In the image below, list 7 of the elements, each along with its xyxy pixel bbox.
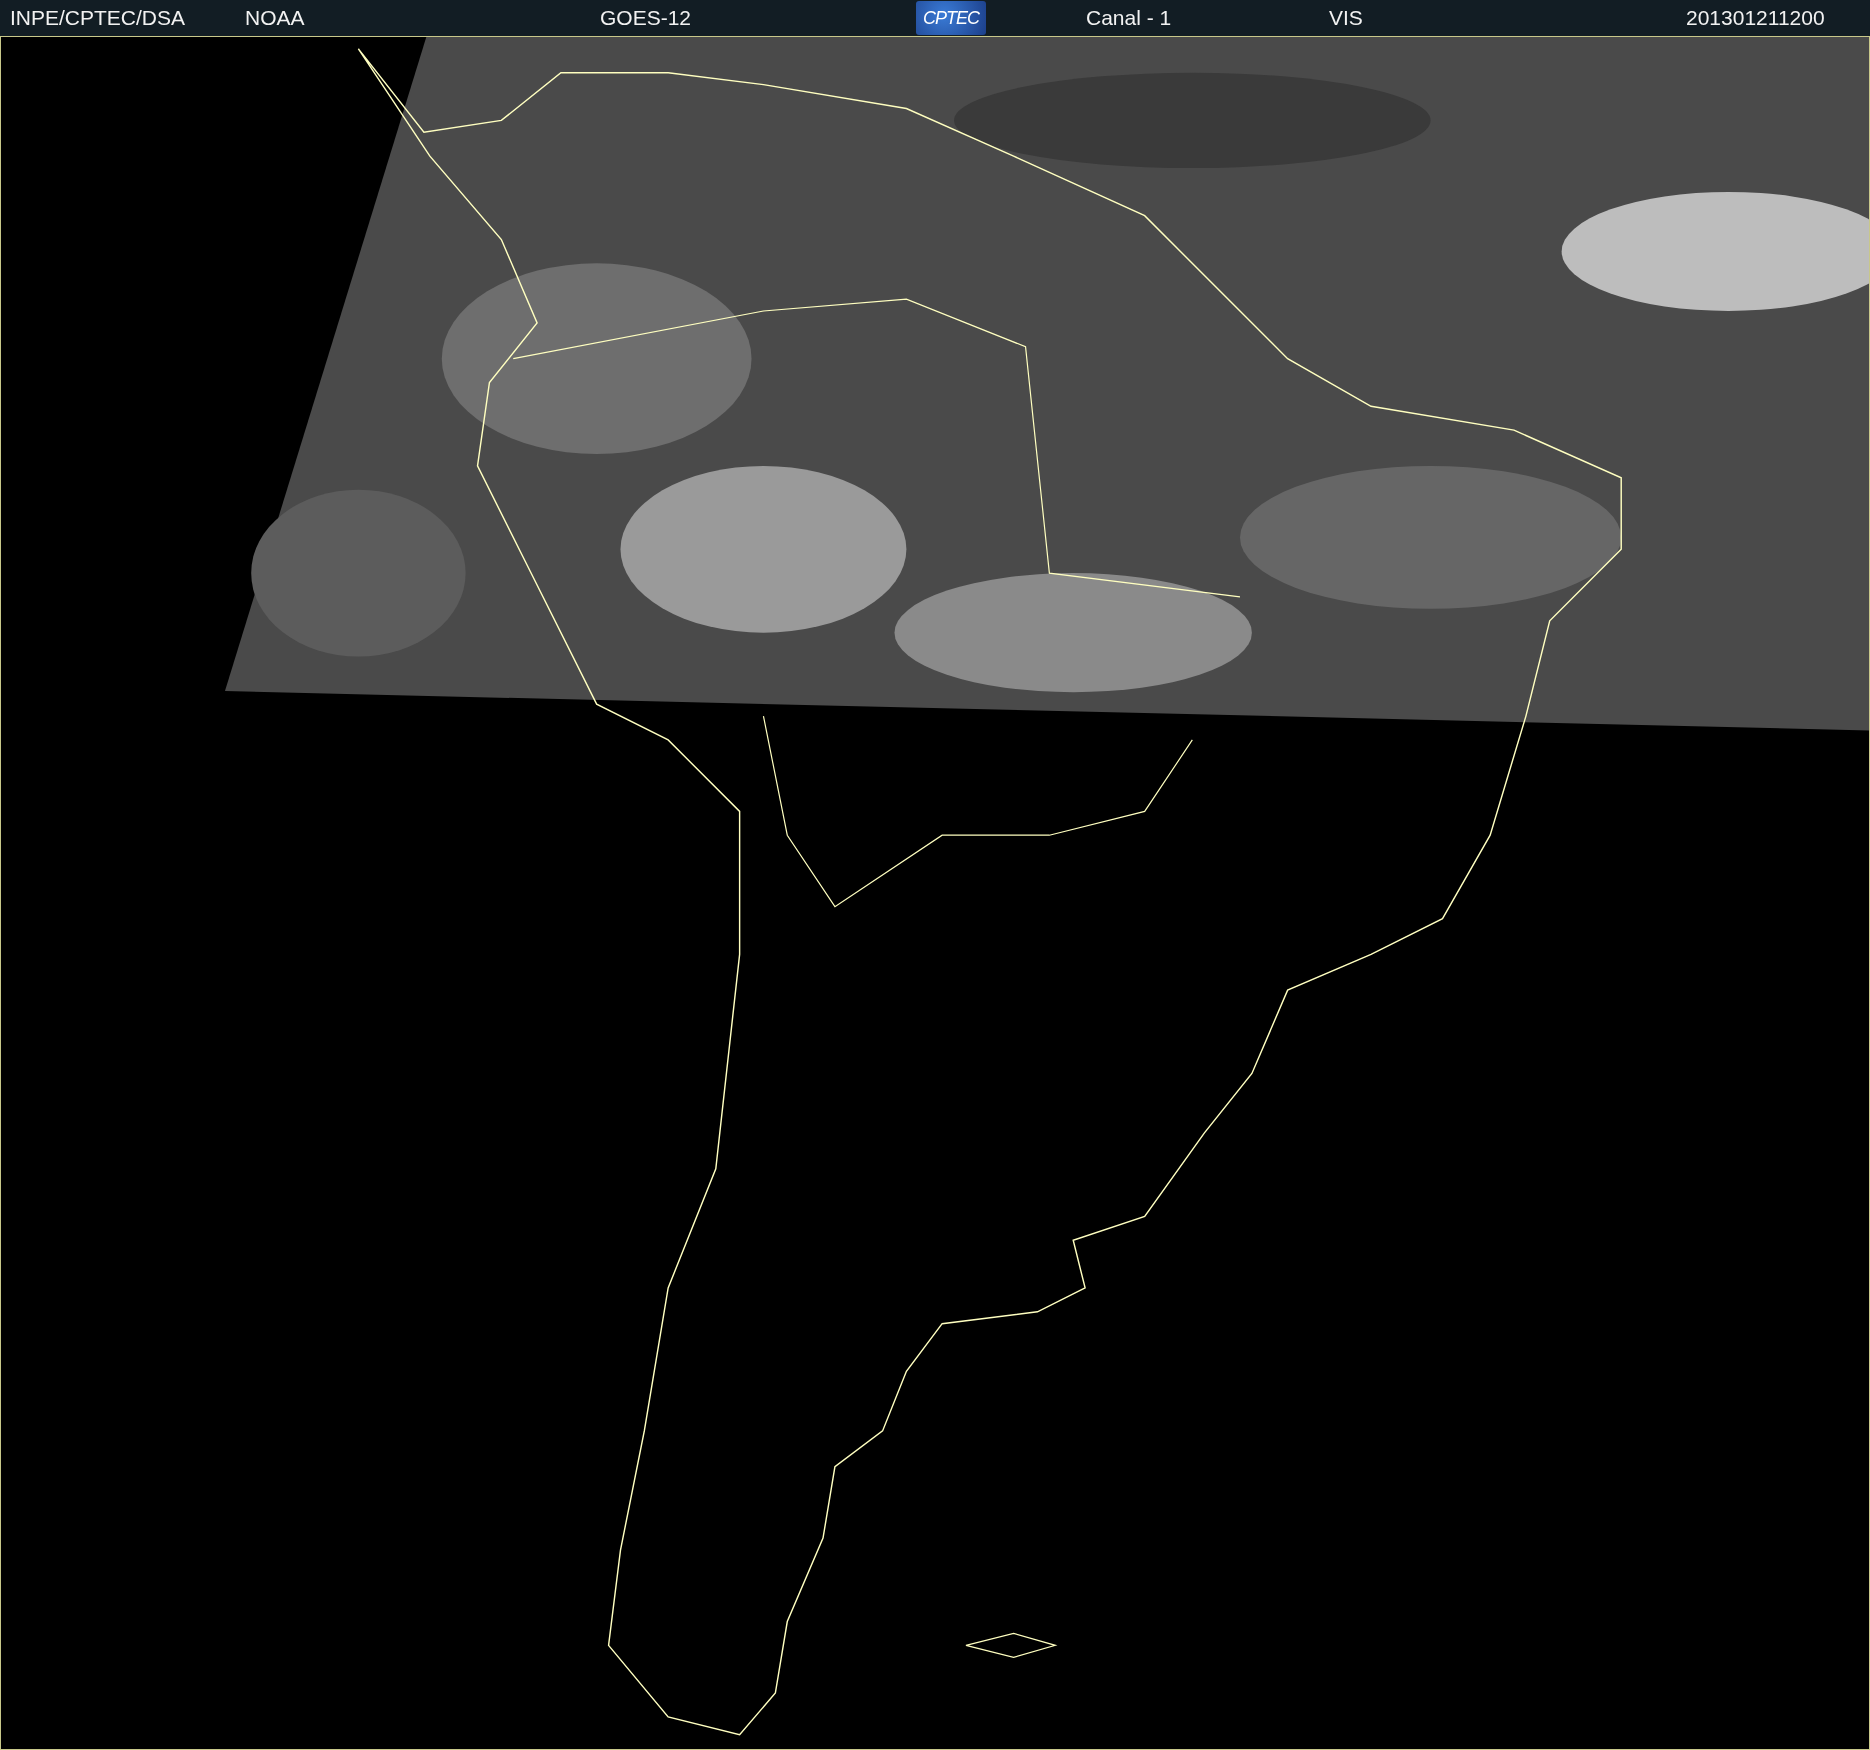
header-label: Canal - 1 xyxy=(1086,6,1172,30)
header-label: INPE/CPTEC/DSA xyxy=(10,6,186,30)
header-label: VIS xyxy=(1329,6,1363,30)
logo: CPTEC xyxy=(916,1,986,35)
header-label: NOAA xyxy=(245,6,305,30)
header-label: 201301211200 xyxy=(1686,6,1825,30)
header-label: GOES-12 xyxy=(600,6,692,30)
